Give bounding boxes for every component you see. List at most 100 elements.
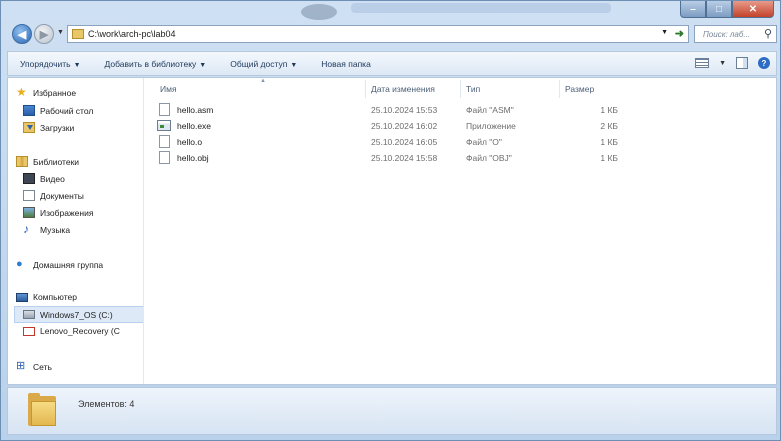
- nav-drive-c[interactable]: Windows7_OS (C:): [14, 306, 143, 323]
- nav-label: Lenovo_Recovery (C: [40, 326, 120, 336]
- table-row[interactable]: hello.o 25.10.2024 16:05 Файл "O" 1 КБ: [145, 134, 776, 150]
- share-label: Общий доступ: [230, 58, 288, 69]
- view-controls: ▼ ?: [695, 57, 770, 69]
- file-name: hello.exe: [177, 121, 212, 131]
- view-dropdown-icon[interactable]: ▼: [719, 60, 726, 67]
- details-pane: Элементов: 4: [7, 387, 777, 435]
- new-folder-button[interactable]: Новая папка: [309, 59, 383, 69]
- table-row[interactable]: hello.exe 25.10.2024 16:02 Приложение 2 …: [145, 118, 776, 134]
- nav-network[interactable]: ⊞ Сеть: [16, 361, 52, 372]
- nav-pictures[interactable]: Изображения: [23, 207, 93, 218]
- folder-front: [31, 401, 56, 426]
- folder-icon: [72, 29, 84, 39]
- history-dropdown-icon[interactable]: ▼: [57, 29, 64, 36]
- file-size: 1 КБ: [600, 153, 618, 163]
- file-size: 1 КБ: [600, 105, 618, 115]
- nav-desktop[interactable]: Рабочий стол: [23, 105, 93, 116]
- back-button[interactable]: ◀: [12, 24, 32, 44]
- file-type: Файл "OBJ": [466, 153, 512, 163]
- nav-homegroup[interactable]: ● Домашняя группа: [16, 259, 103, 270]
- desktop-icon: [23, 105, 35, 116]
- nav-label: Музыка: [40, 224, 71, 235]
- blurred-background-title: [351, 3, 611, 13]
- address-bar[interactable]: C:\work\arch-pc\lab04 ▼ ➜: [67, 25, 689, 43]
- computer-icon: [16, 292, 28, 302]
- forward-button[interactable]: ▶: [34, 24, 54, 44]
- address-dropdown-icon[interactable]: ▼: [661, 29, 668, 36]
- file-date: 25.10.2024 15:58: [371, 153, 438, 163]
- nav-label: Загрузки: [40, 122, 75, 133]
- nav-computer[interactable]: Компьютер: [16, 292, 77, 302]
- file-list: ▲ Имя Дата изменения Тип Размер hello.as…: [145, 78, 776, 384]
- preview-pane-icon[interactable]: [736, 57, 748, 69]
- column-date[interactable]: Дата изменения: [371, 84, 435, 94]
- help-icon[interactable]: ?: [758, 57, 770, 69]
- nav-drive-recovery[interactable]: Lenovo_Recovery (C: [23, 326, 120, 336]
- table-row[interactable]: hello.asm 25.10.2024 15:53 Файл "ASM" 1 …: [145, 102, 776, 118]
- document-icon: [159, 151, 170, 164]
- organize-menu[interactable]: Упорядочить ▼: [8, 59, 93, 69]
- documents-icon: [23, 190, 35, 201]
- address-path: C:\work\arch-pc\lab04: [88, 29, 176, 39]
- star-icon: ★: [16, 85, 27, 99]
- nav-libraries[interactable]: Библиотеки: [16, 156, 79, 167]
- column-size[interactable]: Размер: [565, 84, 594, 94]
- file-date: 25.10.2024 16:02: [371, 121, 438, 131]
- nav-video[interactable]: Видео: [23, 173, 65, 184]
- nav-music[interactable]: ♪ Музыка: [23, 223, 71, 235]
- change-view-icon[interactable]: [695, 58, 710, 68]
- search-input[interactable]: Поиск: лаб... ⚲: [694, 25, 777, 43]
- nav-downloads[interactable]: Загрузки: [23, 122, 74, 133]
- sort-arrow-icon: ▲: [260, 78, 266, 84]
- folder-icon: [28, 393, 56, 426]
- share-menu[interactable]: Общий доступ ▼: [218, 59, 309, 69]
- column-divider[interactable]: [460, 80, 461, 98]
- table-row[interactable]: hello.obj 25.10.2024 15:58 Файл "OBJ" 1 …: [145, 150, 776, 166]
- nav-label: Документы: [40, 190, 84, 201]
- file-type: Файл "O": [466, 137, 502, 147]
- organize-label: Упорядочить: [20, 58, 71, 69]
- downloads-icon: [23, 122, 35, 133]
- nav-label: Windows7_OS (C:): [40, 309, 113, 320]
- nav-label: Библиотеки: [33, 156, 80, 167]
- add-to-library-menu[interactable]: Добавить в библиотеку ▼: [93, 59, 219, 69]
- new-folder-label: Новая папка: [321, 58, 371, 69]
- file-size: 2 КБ: [600, 121, 618, 131]
- add-to-library-label: Добавить в библиотеку: [104, 58, 197, 69]
- address-row: ◀ ▶ ▼ C:\work\arch-pc\lab04 ▼ ➜ Поиск: л…: [1, 23, 780, 45]
- nav-label: Домашняя группа: [33, 259, 104, 270]
- chevron-down-icon: ▼: [290, 61, 298, 69]
- nav-documents[interactable]: Документы: [23, 190, 84, 201]
- chevron-down-icon: ▼: [199, 61, 207, 69]
- file-size: 1 КБ: [600, 137, 618, 147]
- column-name[interactable]: Имя: [160, 84, 177, 94]
- file-name: hello.obj: [177, 153, 209, 163]
- maximize-button[interactable]: □: [706, 1, 732, 18]
- blurred-taskbar-icon: [301, 4, 337, 20]
- search-placeholder: Поиск: лаб...: [703, 29, 751, 39]
- nav-label: Сеть: [33, 361, 52, 372]
- title-bar: – □ ✕: [1, 1, 780, 21]
- video-icon: [23, 173, 35, 184]
- nav-label: Изображения: [40, 207, 94, 218]
- document-icon: [159, 103, 170, 116]
- search-icon[interactable]: ⚲: [764, 27, 772, 40]
- file-type: Файл "ASM": [466, 105, 514, 115]
- item-count: Элементов: 4: [78, 399, 135, 409]
- close-button[interactable]: ✕: [732, 1, 774, 18]
- chevron-down-icon: ▼: [73, 61, 81, 69]
- nav-label: Компьютер: [33, 292, 77, 302]
- navigation-pane: ★ Избранное Рабочий стол Загрузки Библиот…: [8, 78, 144, 384]
- libraries-icon: [16, 156, 28, 167]
- column-divider[interactable]: [365, 80, 366, 98]
- column-type[interactable]: Тип: [466, 84, 480, 94]
- file-name: hello.o: [177, 137, 203, 147]
- homegroup-icon: ●: [16, 258, 23, 270]
- nav-favorites[interactable]: ★ Избранное: [16, 85, 76, 99]
- nav-label: Рабочий стол: [40, 105, 94, 116]
- column-divider[interactable]: [559, 80, 560, 98]
- file-name: hello.asm: [177, 105, 214, 115]
- minimize-button[interactable]: –: [680, 1, 706, 18]
- main-content: ★ Избранное Рабочий стол Загрузки Библиот…: [7, 77, 777, 385]
- refresh-arrow-icon[interactable]: ➜: [675, 27, 684, 40]
